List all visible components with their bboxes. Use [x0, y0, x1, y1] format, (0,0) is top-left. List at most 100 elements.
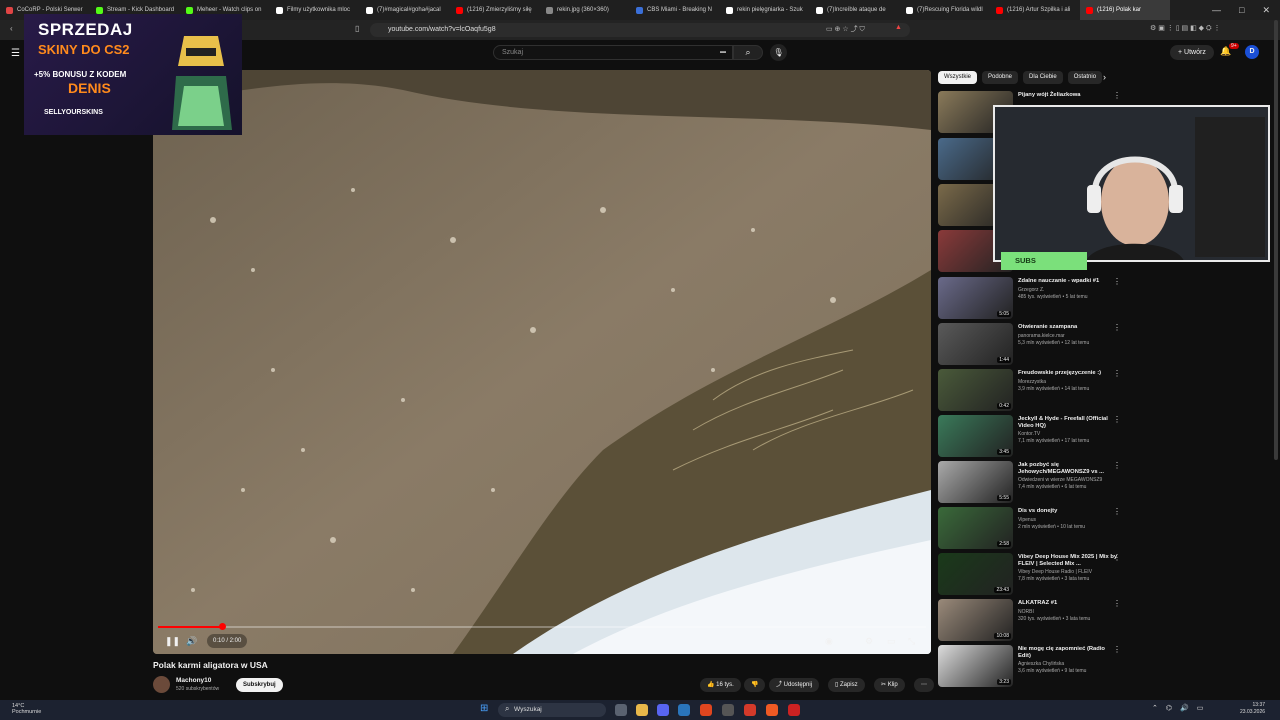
recommendation-title[interactable]: Jak pozbyć się Jehowych/MEGAWONSZ9 vs ..…	[1018, 462, 1118, 476]
browser-tab[interactable]: (7)#magical#goha#jacal	[360, 0, 450, 20]
ad-banner[interactable]: SPRZEDAJ SKINY DO CS2 +5% BONUSU Z KODEM…	[24, 14, 242, 135]
progress-scrubber[interactable]	[218, 623, 226, 630]
settings-icon[interactable]: ⚙	[865, 636, 873, 647]
minimize-button[interactable]: —	[1212, 5, 1221, 16]
chip-all[interactable]: Wszystkie	[938, 71, 977, 84]
taskbar-search[interactable]: Wyszukaj	[498, 703, 606, 717]
volume-icon[interactable]: 🔊	[186, 636, 197, 647]
more-options-icon[interactable]: ⋮	[1113, 277, 1121, 286]
search-input[interactable]: Szukaj	[493, 45, 733, 60]
recommendation-item[interactable]: 3:45 Jeckyll & Hyde - Freefall (Official …	[938, 415, 1128, 459]
like-button[interactable]: 👍 16 tys.	[700, 678, 741, 692]
recommendation-channel[interactable]: Kontor.TV	[1018, 431, 1128, 437]
more-options-icon[interactable]: ⋮	[1113, 507, 1121, 516]
system-clock[interactable]: 13:37 23.03.2026	[1240, 702, 1265, 716]
dislike-button[interactable]: 👎	[744, 678, 766, 692]
recommendation-item[interactable]: 0:42 Freudowskie przejęzyczenie :) Morezzy…	[938, 369, 1128, 413]
recommendation-thumbnail[interactable]: 10:08	[938, 599, 1013, 641]
recommendation-channel[interactable]: Agnieszka Chylińska	[1018, 661, 1128, 667]
page-scrollbar[interactable]	[1274, 20, 1278, 460]
channel-name[interactable]: Machony10	[176, 677, 211, 684]
back-icon[interactable]: ‹	[10, 24, 13, 33]
recommendation-channel[interactable]: Vipenus	[1018, 517, 1128, 523]
recommendation-channel[interactable]: panorama.kielce.mar	[1018, 333, 1128, 339]
firefox-icon[interactable]	[700, 704, 712, 716]
recommendation-title[interactable]: Otwieranie szampana	[1018, 324, 1118, 331]
bookmark-icon[interactable]: ▯	[355, 24, 359, 33]
browser-tab[interactable]: (1216) Zmierzyliśmy siłę	[450, 0, 540, 20]
recommendation-channel[interactable]: Vibey Deep House Radio | FLEIV	[1018, 569, 1128, 575]
recommendation-channel[interactable]: Morezzystka	[1018, 379, 1128, 385]
recommendation-title[interactable]: Pijany wójt Żeliazkowa	[1018, 92, 1118, 99]
recommendation-item[interactable]: 2:58 Dis vs donejty Vipenus 2 mln wyświetle…	[938, 507, 1128, 551]
browser-tab[interactable]: (7)Rescuing Florida wildl	[900, 0, 990, 20]
recommendation-thumbnail[interactable]: 0:42	[938, 369, 1013, 411]
recommendation-title[interactable]: Freudowskie przejęzyczenie :)	[1018, 370, 1118, 377]
keyboard-icon[interactable]: ▬	[720, 49, 726, 55]
share-button[interactable]: ⤴ Udostępnij	[769, 678, 820, 692]
recommendation-title[interactable]: ALKATRAZ #1	[1018, 600, 1118, 607]
recommendation-channel[interactable]: Odwiedzeni w wierze MEGAWONSZ9	[1018, 477, 1128, 483]
recommendation-thumbnail[interactable]: 3:23	[938, 645, 1013, 687]
file-explorer-icon[interactable]	[636, 704, 648, 716]
recommendation-item[interactable]: 23:43 Vibey Deep House Mix 2025 | Mix by …	[938, 553, 1128, 597]
chevron-up-icon[interactable]: ⌃	[1152, 704, 1158, 712]
recommendation-item[interactable]: 3:23 Nie mogę cię zapomnieć (Radio Edit) A…	[938, 645, 1128, 689]
more-options-icon[interactable]: ⋮	[1113, 461, 1121, 470]
recommendation-channel[interactable]: Grzegorz Z.	[1018, 287, 1128, 293]
system-tray[interactable]: ⌃ ⌬ 🔊 ▭	[1152, 704, 1203, 712]
more-options-icon[interactable]: ⋮	[1113, 599, 1121, 608]
save-button[interactable]: ▯ Zapisz	[828, 678, 865, 692]
video-player[interactable]: ❚❚ 🔊 0:10 / 2:00 ◉ ⚙ ▭ ⤡	[153, 70, 931, 654]
browser-tab[interactable]: (1216) Polak kar	[1080, 0, 1170, 20]
miniplayer-icon[interactable]: ▭	[887, 636, 896, 647]
recommendation-title[interactable]: Nie mogę cię zapomnieć (Radio Edit)	[1018, 646, 1118, 660]
steam-icon[interactable]	[678, 704, 690, 716]
create-button[interactable]: + Utwórz	[1170, 45, 1214, 60]
recommendation-item[interactable]: 5:55 Jak pozbyć się Jehowych/MEGAWONSZ9 v…	[938, 461, 1128, 505]
clip-button[interactable]: ✂ Klip	[874, 678, 905, 692]
extension-icons[interactable]: ▭ ⊕ ☆ ⤴ ⛉	[826, 24, 865, 34]
fullscreen-icon[interactable]: ⤡	[908, 636, 915, 647]
browser-tab[interactable]: Filmy użytkownika mloc	[270, 0, 360, 20]
more-options-icon[interactable]: ⋮	[1113, 553, 1121, 562]
recommendation-title[interactable]: Dis vs donejty	[1018, 508, 1118, 515]
app-icon-2[interactable]	[744, 704, 756, 716]
more-options-icon[interactable]: ⋮	[1113, 91, 1121, 100]
app-icon[interactable]	[722, 704, 734, 716]
recommendation-thumbnail[interactable]: 1:44	[938, 323, 1013, 365]
task-view-icon[interactable]	[615, 704, 627, 716]
warning-icon[interactable]: ▲	[895, 24, 902, 31]
recommendation-item[interactable]: 5:05 Zdalne nauczanie - wpadki #1 Grzegorz…	[938, 277, 1128, 321]
recommendation-title[interactable]: Jeckyll & Hyde - Freefall (Official Vide…	[1018, 416, 1118, 430]
channel-avatar[interactable]	[153, 676, 170, 693]
browser-tab[interactable]: (7)Increíble ataque de	[810, 0, 900, 20]
weather-widget[interactable]: 14°C Pochmurnie	[12, 703, 41, 715]
battery-icon[interactable]: ▭	[1197, 704, 1204, 712]
recommendation-thumbnail[interactable]: 23:43	[938, 553, 1013, 595]
close-button[interactable]: ✕	[1262, 5, 1270, 16]
browser-tab[interactable]: (1216) Artur Szpilka i ali	[990, 0, 1080, 20]
recommendation-title[interactable]: Vibey Deep House Mix 2025 | Mix by FLEIV…	[1018, 554, 1118, 568]
recommendation-title[interactable]: Zdalne nauczanie - wpadki #1	[1018, 278, 1118, 285]
voice-search-button[interactable]: 🎙	[770, 44, 787, 61]
progress-bar[interactable]	[158, 623, 926, 630]
browser-tab[interactable]: CBS Miami - Breaking N	[630, 0, 720, 20]
recommendation-thumbnail[interactable]: 2:58	[938, 507, 1013, 549]
more-options-icon[interactable]: ⋮	[1113, 415, 1121, 424]
subscribe-button[interactable]: Subskrybuj	[236, 678, 283, 692]
autoplay-toggle[interactable]: ◉	[825, 636, 833, 647]
toolbar-icons[interactable]: ⚙ ▣ ⋮ ▯ ▤ ◧ ◆ ⛭ ⋮	[1150, 24, 1221, 33]
chip-recent[interactable]: Ostatnio	[1067, 71, 1103, 84]
volume-tray-icon[interactable]: 🔊	[1180, 704, 1189, 712]
recommendation-thumbnail[interactable]: 3:45	[938, 415, 1013, 457]
chip-for-you[interactable]: Dla Ciebie	[1023, 71, 1063, 84]
hamburger-menu-icon[interactable]: ☰	[11, 48, 20, 59]
recommendation-thumbnail[interactable]: 5:55	[938, 461, 1013, 503]
more-options-icon[interactable]: ⋮	[1113, 323, 1121, 332]
recommendation-channel[interactable]: NORBI	[1018, 609, 1128, 615]
recommendation-item[interactable]: 1:44 Otwieranie szampana panorama.kielce.m…	[938, 323, 1128, 367]
search-button[interactable]: ⌕	[733, 45, 763, 60]
discord-icon[interactable]	[657, 704, 669, 716]
browser-tab[interactable]: rekin pielęgniarka - Szuk	[720, 0, 810, 20]
